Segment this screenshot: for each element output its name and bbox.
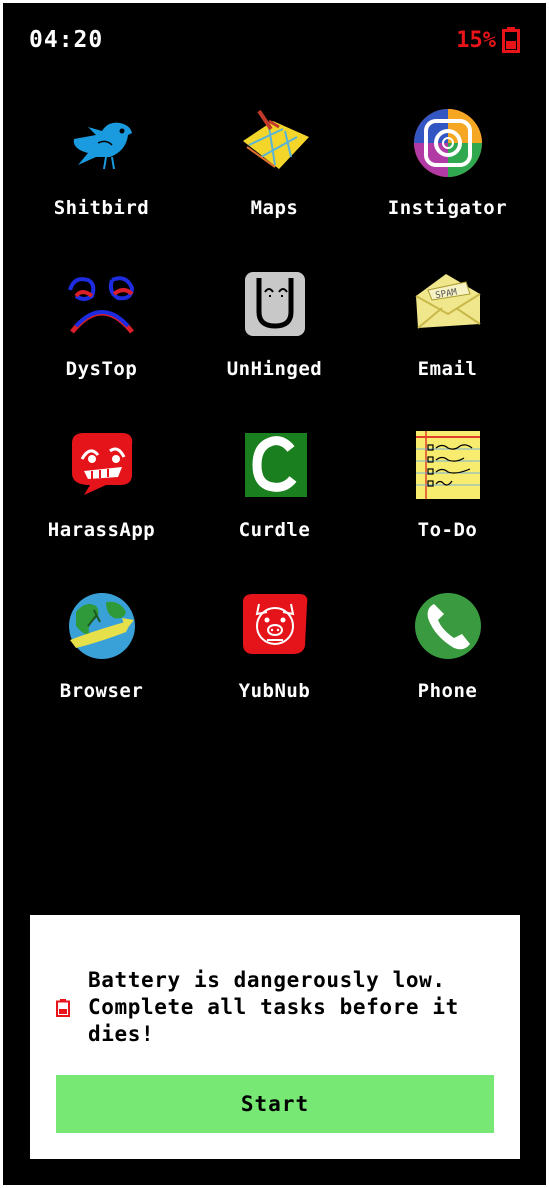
app-maps[interactable]: Maps xyxy=(188,107,361,268)
pig-face-icon xyxy=(239,590,311,662)
spam-envelope-icon: SPAM xyxy=(412,268,484,340)
app-label: DysTop xyxy=(65,358,138,380)
c-letter-icon xyxy=(239,429,311,501)
app-label: Shitbird xyxy=(53,197,150,219)
app-browser[interactable]: Browser xyxy=(15,590,188,751)
app-unhinged[interactable]: UnHinged xyxy=(188,268,361,429)
u-face-icon xyxy=(239,268,311,340)
app-label: YubNub xyxy=(238,680,311,702)
chat-bubble-face-icon xyxy=(66,429,138,501)
app-label: Curdle xyxy=(238,519,311,541)
app-label: Phone xyxy=(417,680,478,702)
battery-percent: 15% xyxy=(456,27,496,53)
camera-swirl-icon xyxy=(412,107,484,179)
app-to-do[interactable]: To-Do xyxy=(361,429,534,590)
globe-icon xyxy=(66,590,138,662)
app-label: Instigator xyxy=(387,197,508,219)
app-phone[interactable]: Phone xyxy=(361,590,534,751)
bird-icon xyxy=(66,107,138,179)
app-shitbird[interactable]: Shitbird xyxy=(15,107,188,268)
alert-message-row: Battery is dangerously low. Complete all… xyxy=(56,967,496,1048)
app-label: Browser xyxy=(59,680,144,702)
app-instigator[interactable]: Instigator xyxy=(361,107,534,268)
app-curdle[interactable]: Curdle xyxy=(188,429,361,590)
app-label: Maps xyxy=(250,197,299,219)
app-label: HarassApp xyxy=(47,519,156,541)
frown-face-icon xyxy=(66,268,138,340)
app-grid: Shitbird Maps Instigator DysTop UnHinged… xyxy=(15,107,534,751)
app-yubnub[interactable]: YubNub xyxy=(188,590,361,751)
start-button[interactable]: Start xyxy=(56,1075,494,1133)
app-harassapp[interactable]: HarassApp xyxy=(15,429,188,590)
phone-screen: 04:20 15% Shitbird Maps Instigator DysTo… xyxy=(3,3,546,1185)
app-label: Email xyxy=(417,358,478,380)
phone-handset-icon xyxy=(412,590,484,662)
map-icon xyxy=(239,107,311,179)
status-bar: 04:20 15% xyxy=(3,27,546,63)
low-battery-dialog: Battery is dangerously low. Complete all… xyxy=(30,915,520,1159)
clock: 04:20 xyxy=(29,27,104,53)
app-dystop[interactable]: DysTop xyxy=(15,268,188,429)
app-label: UnHinged xyxy=(226,358,323,380)
alert-message: Battery is dangerously low. Complete all… xyxy=(88,968,459,1046)
battery-low-icon xyxy=(56,998,72,1017)
app-label: To-Do xyxy=(417,519,478,541)
app-email[interactable]: SPAM Email xyxy=(361,268,534,429)
battery-low-icon xyxy=(502,27,520,53)
notepad-checklist-icon xyxy=(412,429,484,501)
battery-status: 15% xyxy=(456,27,520,53)
